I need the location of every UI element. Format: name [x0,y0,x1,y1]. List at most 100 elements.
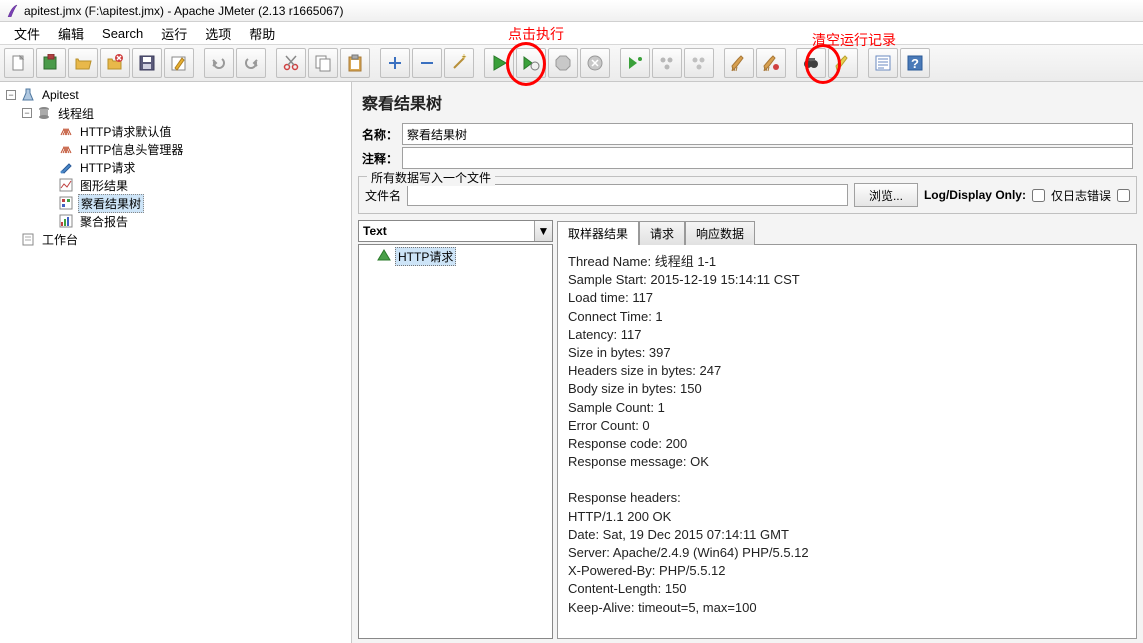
start-button[interactable] [484,48,514,78]
broom-all-icon [762,54,780,72]
sampler-column: Text ▼ HTTP请求 [358,220,553,639]
shutdown-icon [586,54,604,72]
close-button[interactable] [100,48,130,78]
tree-item-http-request[interactable]: HTTP请求 [2,158,349,176]
chevron-down-icon: ▼ [534,221,552,241]
remote-start-button[interactable] [620,48,650,78]
report-icon [58,213,74,229]
new-button[interactable] [4,48,34,78]
redo-button[interactable] [236,48,266,78]
tab-sampler-result[interactable]: 取样器结果 [557,221,639,245]
tab-request[interactable]: 请求 [639,221,685,245]
wand-icon [450,54,468,72]
errors-only-checkbox[interactable] [1032,189,1045,202]
tree-item-view-results-tree[interactable]: 察看结果树 [2,194,349,212]
name-input[interactable] [402,123,1133,145]
file-label: 文件名 [365,187,401,204]
log-display-label: Log/Display Only: [924,188,1026,202]
help-icon: ? [906,54,924,72]
file-input[interactable] [407,184,848,206]
remote-play-icon [626,54,644,72]
save-button[interactable] [132,48,162,78]
comment-label: 注释： [362,150,402,167]
clipboard-icon [346,54,364,72]
open-button[interactable] [68,48,98,78]
save-as-button[interactable] [164,48,194,78]
shutdown-button[interactable] [580,48,610,78]
window-titlebar: apitest.jmx (F:\apitest.jmx) - Apache JM… [0,0,1143,22]
stop-button[interactable] [548,48,578,78]
copy-button[interactable] [308,48,338,78]
tree-root[interactable]: − Apitest [2,86,349,104]
toggle-button[interactable] [444,48,474,78]
file-icon [10,54,28,72]
start-no-timers-button[interactable] [516,48,546,78]
menu-search[interactable]: Search [94,24,151,43]
result-tabs-area: 取样器结果 请求 响应数据 Thread Name: 线程组 1-1 Sampl… [557,220,1137,639]
clear-button[interactable] [724,48,754,78]
help-button[interactable]: ? [900,48,930,78]
menu-options[interactable]: 选项 [197,22,239,45]
copy-icon [314,54,332,72]
tree-item-http-defaults[interactable]: HTTP请求默认值 [2,122,349,140]
templates-button[interactable] [36,48,66,78]
dropper-icon [58,159,74,175]
save-icon [138,54,156,72]
function-helper-button[interactable] [868,48,898,78]
search-button[interactable] [796,48,826,78]
graph-icon [58,177,74,193]
undo-icon [210,54,228,72]
tree-item-header-mgr[interactable]: HTTP信息头管理器 [2,140,349,158]
panel-title: 察看结果树 [354,84,1141,122]
menubar: 文件 编辑 Search 运行 选项 帮助 [0,22,1143,44]
sampler-result-row[interactable]: HTTP请求 [359,247,552,265]
search-reset-button[interactable] [828,48,858,78]
undo-button[interactable] [204,48,234,78]
sampler-result-content[interactable]: Thread Name: 线程组 1-1 Sample Start: 2015-… [557,244,1137,639]
menu-edit[interactable]: 编辑 [50,22,92,45]
remote-start-all-button[interactable] [652,48,682,78]
sampler-tree[interactable]: HTTP请求 [358,244,553,639]
remote-play-all-icon [658,54,676,72]
tab-response-data[interactable]: 响应数据 [685,221,755,245]
tree-item-graph-results[interactable]: 图形结果 [2,176,349,194]
clear-all-button[interactable] [756,48,786,78]
tabs: 取样器结果 请求 响应数据 [557,220,1137,244]
redo-icon [242,54,260,72]
remote-stop-button[interactable] [684,48,714,78]
success-icon [377,249,391,263]
menu-file[interactable]: 文件 [6,22,48,45]
scissors-icon [282,54,300,72]
cut-button[interactable] [276,48,306,78]
window-title: apitest.jmx (F:\apitest.jmx) - Apache JM… [24,4,343,18]
broom-icon [730,54,748,72]
tree-toggle-icon[interactable]: − [6,90,16,100]
comment-input[interactable] [402,147,1133,169]
config-icon [58,123,74,139]
spool-icon [36,105,52,121]
collapse-button[interactable] [412,48,442,78]
plus-icon [386,54,404,72]
workbench-icon [20,231,36,247]
right-panel: 察看结果树 名称： 注释： 所有数据写入一个文件 文件名 浏览... Log/D… [352,82,1143,643]
folder-close-icon [106,54,124,72]
tree-thread-group[interactable]: − 线程组 [2,104,349,122]
tree-item-aggregate-report[interactable]: 聚合报告 [2,212,349,230]
extra-checkbox[interactable] [1117,189,1130,202]
menu-run[interactable]: 运行 [153,22,195,45]
renderer-dropdown[interactable]: Text ▼ [358,220,553,242]
expand-button[interactable] [380,48,410,78]
tree-workbench[interactable]: 工作台 [2,230,349,248]
binoculars-icon [802,54,820,72]
play-fast-icon [522,54,540,72]
results-tree-icon [58,195,74,211]
browse-button[interactable]: 浏览... [854,183,918,207]
folder-open-icon [74,54,92,72]
test-plan-tree[interactable]: − Apitest − 线程组 HTTP请求默认值 HTTP信息头管理器 HTT… [0,82,352,643]
menu-help[interactable]: 帮助 [241,22,283,45]
remote-stop-icon [690,54,708,72]
paste-button[interactable] [340,48,370,78]
fieldset-legend: 所有数据写入一个文件 [367,169,495,186]
broom-yellow-icon [834,54,852,72]
tree-toggle-icon[interactable]: − [22,108,32,118]
